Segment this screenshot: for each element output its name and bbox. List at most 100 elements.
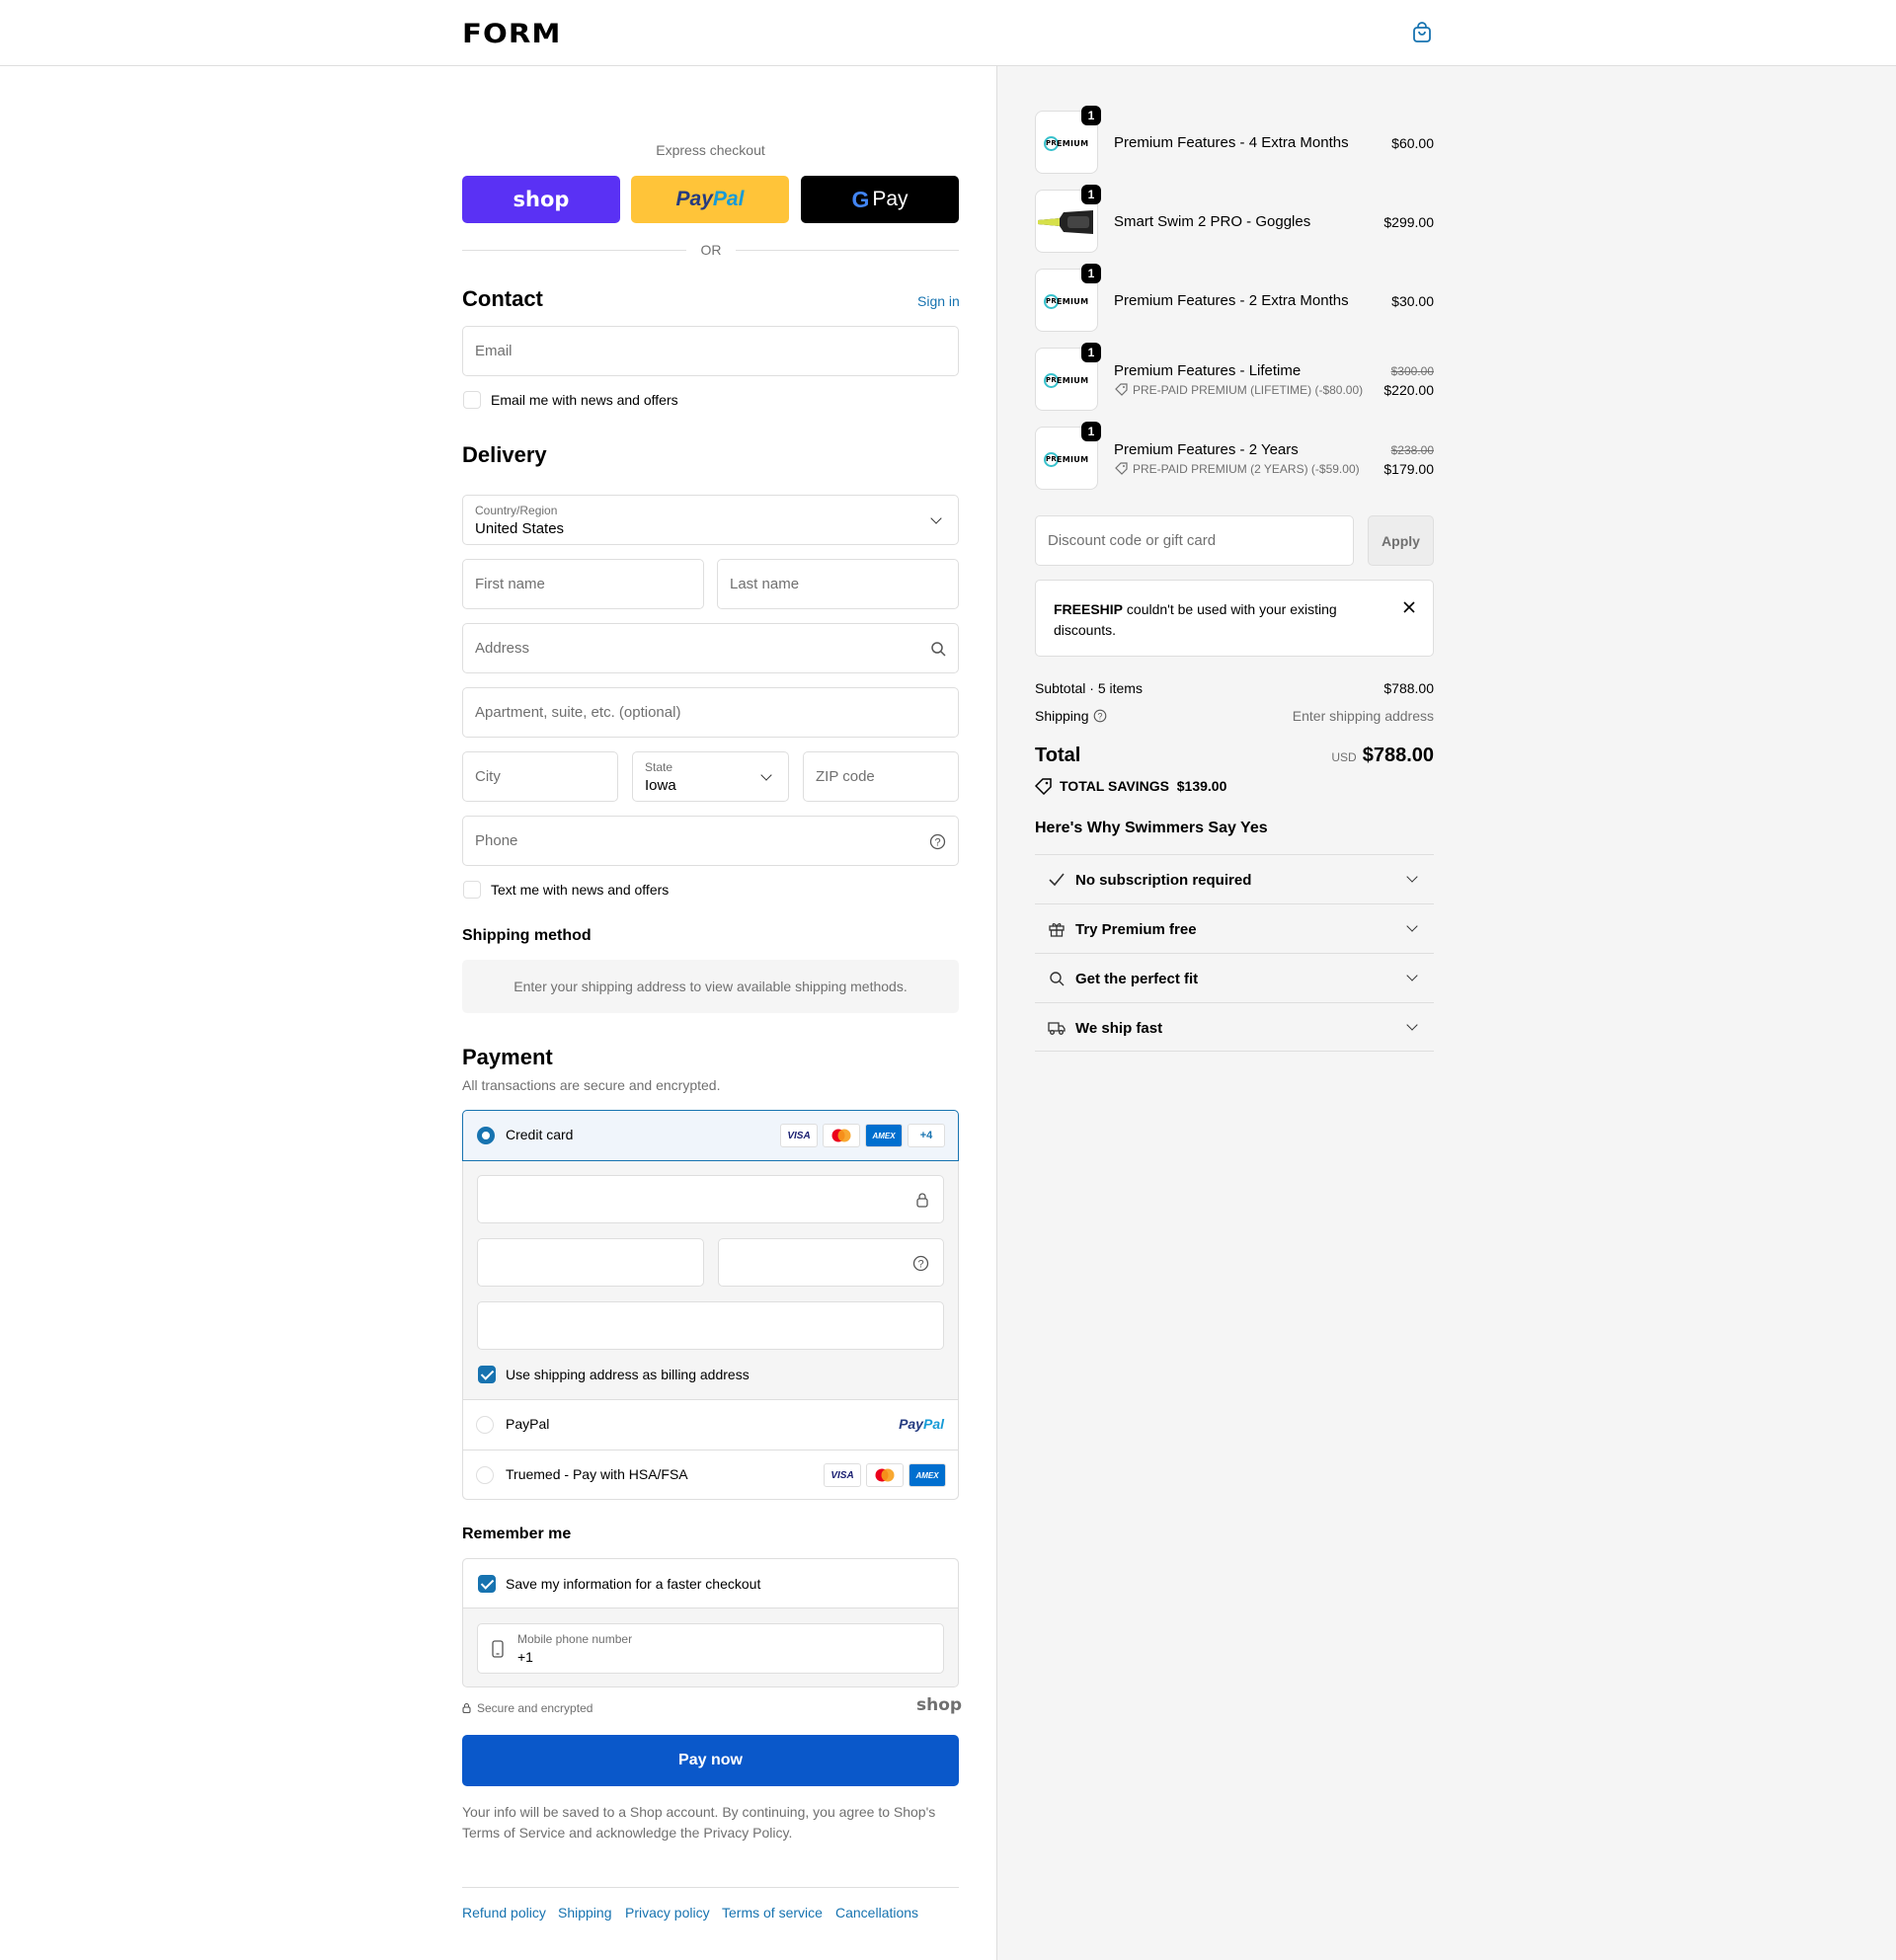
svg-text:?: ?: [1097, 711, 1102, 721]
payment-heading: Payment: [462, 1045, 553, 1069]
state-select[interactable]: State Iowa: [632, 751, 789, 802]
shipping-link[interactable]: Shipping: [558, 1905, 612, 1921]
mastercard-icon: [823, 1124, 860, 1147]
cancellations-link[interactable]: Cancellations: [835, 1905, 918, 1921]
credit-card-radio[interactable]: [477, 1127, 495, 1144]
lock-icon: [462, 1702, 471, 1713]
item-price: $30.00: [1391, 293, 1434, 309]
shopping-bag-icon[interactable]: [1411, 22, 1433, 43]
email-field[interactable]: Email: [462, 326, 959, 376]
zip-field[interactable]: ZIP code: [803, 751, 959, 802]
shipping-value: Enter shipping address: [1292, 708, 1434, 724]
truemed-option-label: Truemed - Pay with HSA/FSA: [506, 1466, 688, 1482]
privacy-policy-link[interactable]: Privacy Policy: [703, 1825, 788, 1841]
mobile-phone-field[interactable]: Mobile phone number +1: [477, 1623, 944, 1674]
email-news-checkbox[interactable]: [463, 391, 481, 409]
address-field[interactable]: Address: [462, 623, 959, 673]
paypal-radio[interactable]: [476, 1416, 494, 1434]
phone-field[interactable]: Phone ?: [462, 816, 959, 866]
help-circle-icon[interactable]: ?: [1093, 709, 1107, 723]
why-swimmers-heading: Here's Why Swimmers Say Yes: [1035, 820, 1268, 836]
shop-pay-button[interactable]: shop: [462, 176, 620, 223]
total-savings: TOTAL SAVINGS $139.00: [1060, 778, 1227, 794]
help-circle-icon[interactable]: ?: [912, 1255, 929, 1272]
truemed-radio[interactable]: [476, 1466, 494, 1484]
mastercard-icon: [866, 1463, 904, 1487]
product-thumbnail: PREMIUM 1: [1035, 106, 1101, 174]
item-price: $220.00: [1383, 382, 1434, 398]
truemed-option[interactable]: Truemed - Pay with HSA/FSA VISA AMEX: [463, 1450, 958, 1499]
quantity-badge: 1: [1081, 343, 1101, 362]
accordion-no-subscription[interactable]: No subscription required: [1035, 854, 1434, 903]
footer-divider: [462, 1887, 959, 1888]
apartment-field[interactable]: Apartment, suite, etc. (optional): [462, 687, 959, 738]
save-info-row[interactable]: Save my information for a faster checkou…: [463, 1559, 958, 1608]
item-original-price: $238.00: [1390, 443, 1434, 457]
discount-error-banner: FREESHIP couldn't be used with your exis…: [1035, 580, 1434, 657]
shipping-method-notice: Enter your shipping address to view avai…: [462, 960, 959, 1013]
name-on-card-field[interactable]: [477, 1301, 944, 1350]
discount-tag-icon: [1115, 462, 1128, 475]
discount-error-text: FREESHIP couldn't be used with your exis…: [1054, 601, 1337, 638]
total-value: USD $788.00: [1331, 745, 1434, 766]
product-thumbnail: PREMIUM 1: [1035, 343, 1101, 411]
terms-of-service-link[interactable]: Terms of service: [722, 1905, 823, 1921]
mobile-phone-icon: [492, 1640, 504, 1658]
brand-logo[interactable]: FORM: [462, 19, 562, 49]
item-price: $299.00: [1383, 214, 1434, 230]
accordion-try-premium[interactable]: Try Premium free: [1035, 903, 1434, 953]
save-info-checkbox[interactable]: [478, 1575, 496, 1593]
pay-now-button[interactable]: Pay now: [462, 1735, 959, 1786]
apply-discount-button[interactable]: Apply: [1368, 515, 1434, 566]
item-discount: PRE-PAID PREMIUM (2 YEARS) (-$59.00): [1133, 462, 1360, 476]
credit-card-option[interactable]: Credit card VISA AMEX +4: [462, 1110, 959, 1161]
line-item: PREMIUM 1 Premium Features - 2 Extra Mon…: [1035, 264, 1434, 334]
text-news-label: Text me with news and offers: [491, 882, 670, 898]
gift-icon: [1049, 923, 1065, 937]
subtotal-label: Subtotal · 5 items: [1035, 680, 1143, 696]
close-icon[interactable]: [1402, 600, 1416, 614]
goggles-image: [1038, 210, 1093, 234]
total-label: Total: [1035, 745, 1081, 766]
sign-in-link[interactable]: Sign in: [917, 293, 960, 309]
product-thumbnail: PREMIUM 1: [1035, 422, 1101, 490]
save-info-label: Save my information for a faster checkou…: [506, 1576, 761, 1592]
chevron-down-icon: [1406, 1019, 1418, 1031]
terms-of-service-link[interactable]: Terms of Service: [462, 1825, 565, 1841]
security-code-field[interactable]: ?: [718, 1238, 944, 1287]
amex-icon: AMEX: [908, 1463, 946, 1487]
lock-icon: [916, 1193, 928, 1208]
savings-tag-icon: [1035, 778, 1052, 795]
header: FORM: [0, 0, 1896, 66]
text-news-checkbox[interactable]: [463, 881, 481, 899]
item-name: Premium Features - Lifetime: [1114, 362, 1302, 379]
first-name-field[interactable]: First name: [462, 559, 704, 609]
privacy-policy-link[interactable]: Privacy policy: [625, 1905, 710, 1921]
refund-policy-link[interactable]: Refund policy: [462, 1905, 546, 1921]
line-item: PREMIUM 1 Premium Features - 2 Years PRE…: [1035, 422, 1434, 492]
last-name-field[interactable]: Last name: [717, 559, 959, 609]
accordion-ship-fast[interactable]: We ship fast: [1035, 1002, 1434, 1052]
google-pay-button[interactable]: G Pay: [801, 176, 959, 223]
chevron-down-icon: [1406, 871, 1418, 883]
item-price: $179.00: [1383, 461, 1434, 477]
city-field[interactable]: City: [462, 751, 618, 802]
paypal-option[interactable]: PayPal PayPal: [463, 1399, 958, 1450]
secure-encrypted-label: Secure and encrypted: [477, 1701, 593, 1715]
help-circle-icon[interactable]: ?: [929, 833, 946, 850]
line-item: PREMIUM 1 Premium Features - 4 Extra Mon…: [1035, 106, 1434, 176]
billing-address-checkbox[interactable]: [478, 1366, 496, 1383]
expiration-date-field[interactable]: [477, 1238, 704, 1287]
paypal-button[interactable]: PayPal: [631, 176, 789, 223]
delivery-heading: Delivery: [462, 442, 547, 467]
country-select[interactable]: Country/Region United States: [462, 495, 959, 545]
product-thumbnail: PREMIUM 1: [1035, 264, 1101, 332]
item-original-price: $300.00: [1390, 364, 1434, 378]
accordion-perfect-fit[interactable]: Get the perfect fit: [1035, 953, 1434, 1002]
svg-text:?: ?: [917, 1259, 923, 1271]
shop-logo: shop: [513, 188, 570, 211]
card-number-field[interactable]: [477, 1175, 944, 1223]
discount-code-field[interactable]: Discount code or gift card: [1035, 515, 1354, 566]
quantity-badge: 1: [1081, 422, 1101, 441]
quantity-badge: 1: [1081, 264, 1101, 283]
